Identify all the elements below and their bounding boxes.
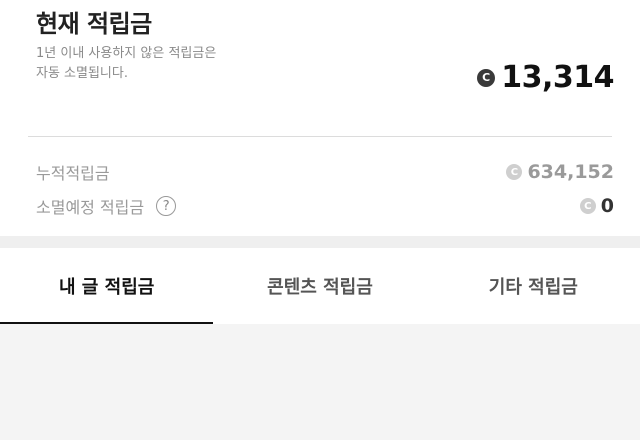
expiring-points-amount: C 0 (579, 195, 614, 217)
accumulated-points-amount: C 634,152 (506, 161, 614, 183)
tab-label: 기타 적립금 (488, 277, 578, 298)
expiry-notice: 1년 이내 사용하지 않은 적립금은 자동 소멸됩니다. (36, 44, 216, 84)
coin-icon: C (477, 68, 496, 87)
coin-icon: C (506, 164, 523, 180)
divider (28, 136, 612, 137)
tab-label: 내 글 적립금 (58, 277, 155, 298)
current-balance: C 13,314 (477, 60, 614, 95)
expiry-notice-line2: 자동 소멸됩니다. (36, 66, 128, 81)
tab-other-points[interactable]: 기타 적립금 (427, 248, 640, 324)
help-icon[interactable]: ? (156, 196, 177, 216)
accumulated-points-row: 누적적립금 C 634,152 (36, 160, 614, 184)
section-gap (0, 236, 640, 248)
points-summary-section: 현재 적립금 1년 이내 사용하지 않은 적립금은 자동 소멸됩니다. C 13… (0, 0, 640, 236)
expiring-points-label: 소멸예정 적립금 (36, 198, 145, 217)
tab-my-posts-points[interactable]: 내 글 적립금 (0, 248, 214, 324)
expiring-points-label-group: 소멸예정 적립금 ? (36, 194, 177, 218)
tab-content-points[interactable]: 콘텐츠 적립금 (213, 248, 426, 324)
expiring-points-value: 0 (600, 195, 614, 217)
expiring-points-row: 소멸예정 적립금 ? C 0 (36, 194, 614, 218)
accumulated-points-value: 634,152 (527, 161, 614, 183)
current-balance-value: 13,314 (501, 60, 614, 95)
accumulated-points-label: 누적적립금 (36, 164, 110, 183)
page-title: 현재 적립금 (36, 10, 152, 38)
points-tab-bar: 내 글 적립금 콘텐츠 적립금 기타 적립금 (0, 248, 640, 324)
tab-content-area (0, 324, 640, 440)
tab-label: 콘텐츠 적립금 (267, 277, 373, 298)
expiry-notice-line1: 1년 이내 사용하지 않은 적립금은 (36, 46, 217, 61)
coin-icon: C (579, 198, 596, 214)
